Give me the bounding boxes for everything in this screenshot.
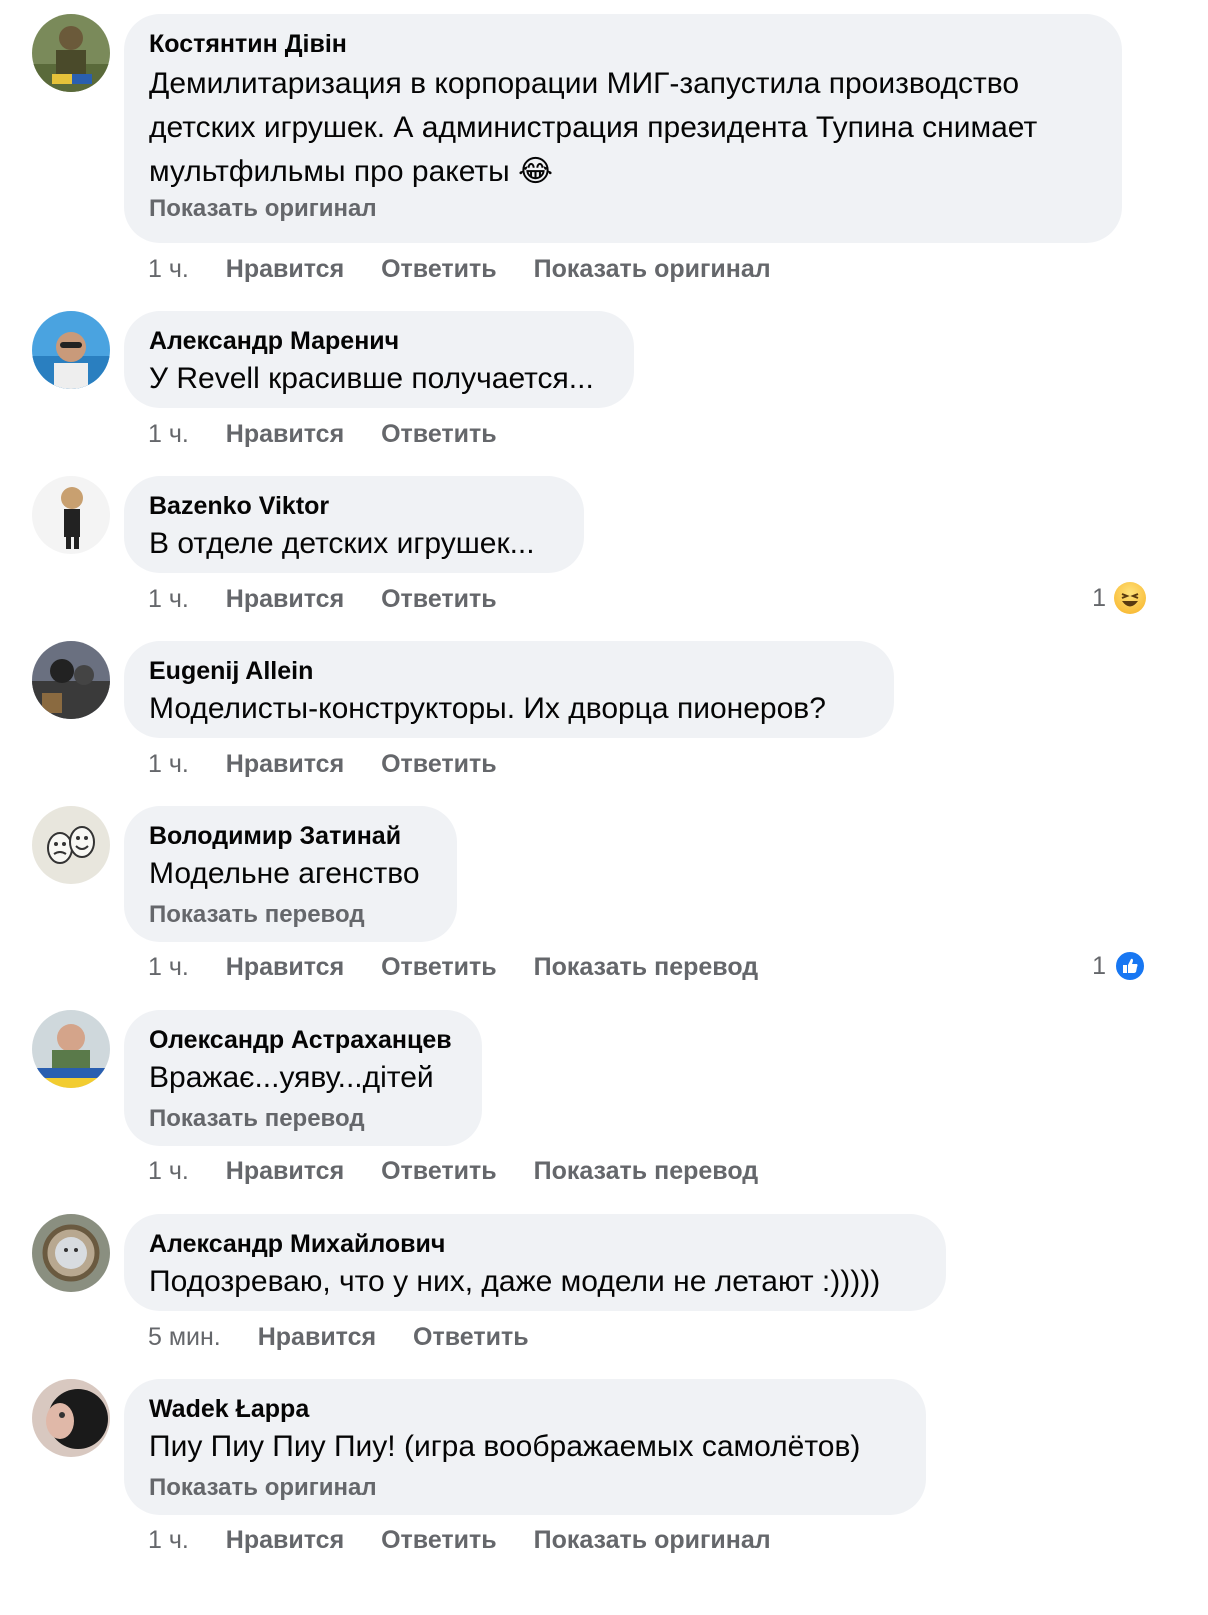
reply-button[interactable]: Ответить [381,750,497,778]
avatar[interactable] [32,1379,110,1457]
reply-button[interactable]: Ответить [413,1323,529,1351]
comment-author[interactable]: Eugenij Allein [149,655,869,687]
comment-bubble: Олександр Астраханцев Вражає...уяву...ді… [124,1010,482,1146]
comment-text: Подозреваю, что у них, даже модели не ле… [149,1265,881,1298]
comment-author[interactable]: Александр Маренич [149,325,609,357]
comment-text: Вражає...уяву...дітей [149,1061,434,1094]
comment-author[interactable]: Александр Михайлович [149,1228,921,1260]
comment-author[interactable]: Олександр Астраханцев [149,1024,457,1056]
haha-emoji-icon [1114,582,1146,614]
comment-actions: 1 ч. Нравится Ответить Показать оригинал [148,1525,801,1555]
comment-actions: 1 ч. Нравится Ответить Показать перевод [148,1156,788,1186]
see-original-button[interactable]: Показать оригинал [534,1526,771,1554]
comment-bubble: Eugenij Allein Моделисты-конструкторы. И… [124,641,894,738]
reply-button[interactable]: Ответить [381,1526,497,1554]
reply-button[interactable]: Ответить [381,585,497,613]
comment-time[interactable]: 1 ч. [148,420,189,448]
like-button[interactable]: Нравится [226,750,344,778]
reaction-summary[interactable]: 1 [1092,582,1146,614]
see-translation-button[interactable]: Показать перевод [534,953,759,981]
comment-bubble: Костянтин Дівін Демилитаризация в корпор… [124,14,1122,243]
comment-bubble: Александр Михайлович Подозреваю, что у н… [124,1214,946,1311]
avatar[interactable] [32,641,110,719]
comment-text: У Revell красивше получается... [149,362,594,395]
like-button[interactable]: Нравится [226,420,344,448]
comment-actions: 5 мин. Нравится Ответить [148,1322,559,1352]
reaction-count: 1 [1092,584,1106,612]
avatar[interactable] [32,311,110,389]
comment-bubble: Володимир Затинай Модельне агенство Пока… [124,806,457,942]
like-thumb-icon [1114,950,1146,982]
comment-time[interactable]: 1 ч. [148,1526,189,1554]
reply-button[interactable]: Ответить [381,420,497,448]
comment-text: Демилитаризация в корпорации МИГ-запусти… [149,67,1038,188]
comment-actions: 1 ч. Нравится Ответить Показать перевод [148,952,788,982]
see-translation-link[interactable]: Показать перевод [149,1104,457,1134]
like-button[interactable]: Нравится [226,1157,344,1185]
comment-time[interactable]: 1 ч. [148,585,189,613]
comment-author[interactable]: Wadek Łappa [149,1393,901,1425]
avatar[interactable] [32,1010,110,1088]
reply-button[interactable]: Ответить [381,255,497,283]
comment-actions: 1 ч. Нравится Ответить [148,749,527,779]
comment-bubble: Александр Маренич У Revell красивше полу… [124,311,634,408]
comment-text: Пиу Пиу Пиу Пиу! (игра воображаемых само… [149,1430,861,1463]
comment-text: В отделе детских игрушек... [149,527,535,560]
comment-time[interactable]: 1 ч. [148,750,189,778]
reaction-summary[interactable]: 1 [1092,950,1146,982]
see-original-button[interactable]: Показать оригинал [534,255,771,283]
like-button[interactable]: Нравится [258,1323,376,1351]
comment-text: Моделисты-конструкторы. Их дворца пионер… [149,692,826,725]
like-button[interactable]: Нравится [226,953,344,981]
comment-time[interactable]: 5 мин. [148,1323,221,1351]
see-translation-link[interactable]: Показать перевод [149,900,432,930]
comment-time[interactable]: 1 ч. [148,255,189,283]
comment-bubble: Wadek Łappa Пиу Пиу Пиу Пиу! (игра вообр… [124,1379,926,1515]
see-translation-button[interactable]: Показать перевод [534,1157,759,1185]
see-original-link[interactable]: Показать оригинал [149,1473,901,1503]
comment-bubble: Bazenko Viktor В отделе детских игрушек.… [124,476,584,573]
comment-time[interactable]: 1 ч. [148,1157,189,1185]
see-original-link[interactable]: Показать оригинал [149,194,1097,224]
comment-text: Модельне агенство [149,857,420,890]
reply-button[interactable]: Ответить [381,953,497,981]
reply-button[interactable]: Ответить [381,1157,497,1185]
comment-time[interactable]: 1 ч. [148,953,189,981]
avatar[interactable] [32,806,110,884]
like-button[interactable]: Нравится [226,585,344,613]
like-button[interactable]: Нравится [226,255,344,283]
comment-author[interactable]: Костянтин Дівін [149,28,1097,60]
reaction-count: 1 [1092,952,1106,980]
comment-actions: 1 ч. Нравится Ответить [148,584,527,614]
comment-author[interactable]: Bazenko Viktor [149,490,559,522]
comment-actions: 1 ч. Нравится Ответить Показать оригинал [148,254,801,284]
avatar[interactable] [32,14,110,92]
comment-author[interactable]: Володимир Затинай [149,820,432,852]
like-button[interactable]: Нравится [226,1526,344,1554]
avatar[interactable] [32,476,110,554]
comment-actions: 1 ч. Нравится Ответить [148,419,527,449]
avatar[interactable] [32,1214,110,1292]
